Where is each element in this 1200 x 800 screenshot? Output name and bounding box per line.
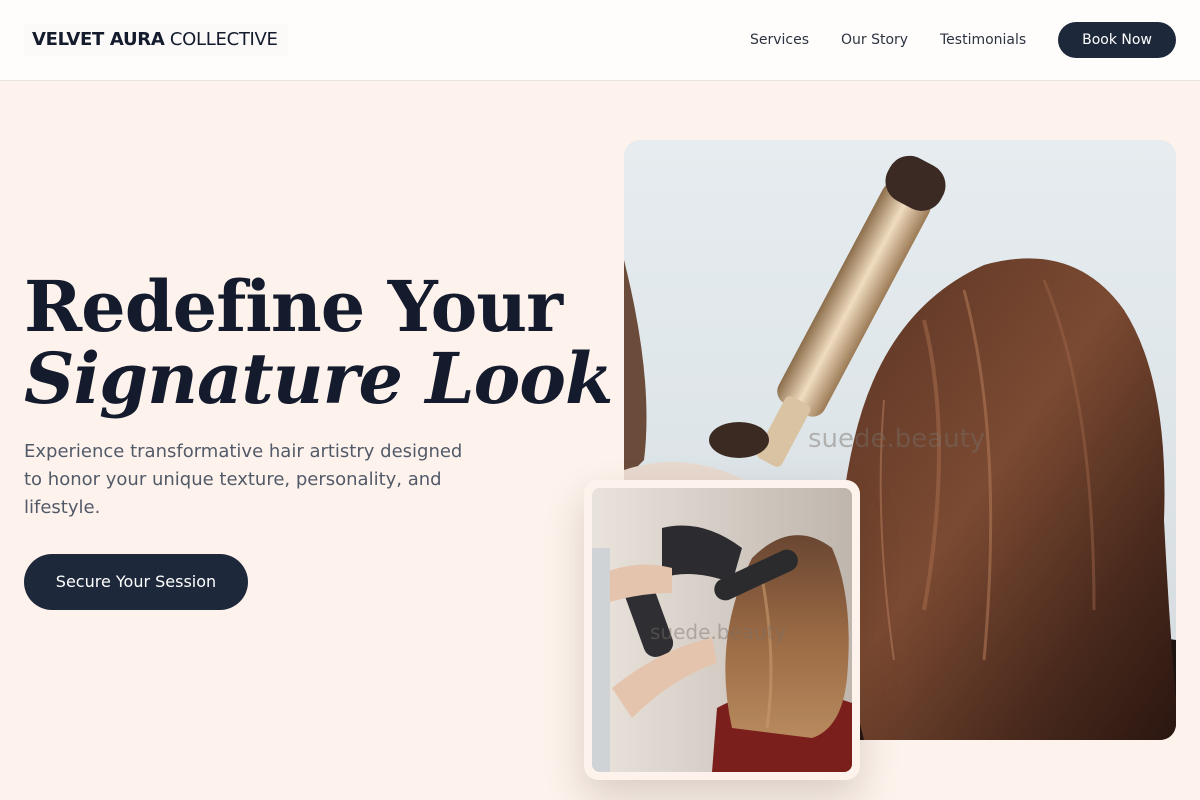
hero-subtitle: Experience transformative hair artistry … — [24, 441, 463, 518]
hero-secondary-photo: suede.beauty — [592, 488, 852, 772]
book-now-button[interactable]: Book Now — [1058, 22, 1176, 58]
logo-secondary: COLLECTIVE — [169, 29, 278, 50]
hero-secondary-photo-card: suede.beauty — [584, 480, 860, 780]
brand-logo[interactable]: VELVET AURA COLLECTIVE — [24, 24, 288, 56]
secure-session-button[interactable]: Secure Your Session — [24, 554, 248, 610]
main-photo-watermark: suede.beauty — [808, 424, 986, 454]
hero-headline: Redefine Your Signature Look — [24, 265, 613, 420]
nav-link-our-story[interactable]: Our Story — [841, 30, 908, 50]
secondary-photo-watermark: suede.beauty — [650, 620, 787, 644]
logo-primary: VELVET AURA — [32, 29, 165, 50]
headline-line-1: Redefine Your — [24, 265, 563, 348]
hero-section: Redefine Your Signature Look Experience … — [0, 81, 1200, 800]
nav-link-services[interactable]: Services — [750, 30, 809, 50]
nav-link-testimonials[interactable]: Testimonials — [940, 30, 1026, 50]
headline-line-2: Signature Look — [24, 337, 613, 420]
site-header: VELVET AURA COLLECTIVE Services Our Stor… — [0, 0, 1200, 81]
